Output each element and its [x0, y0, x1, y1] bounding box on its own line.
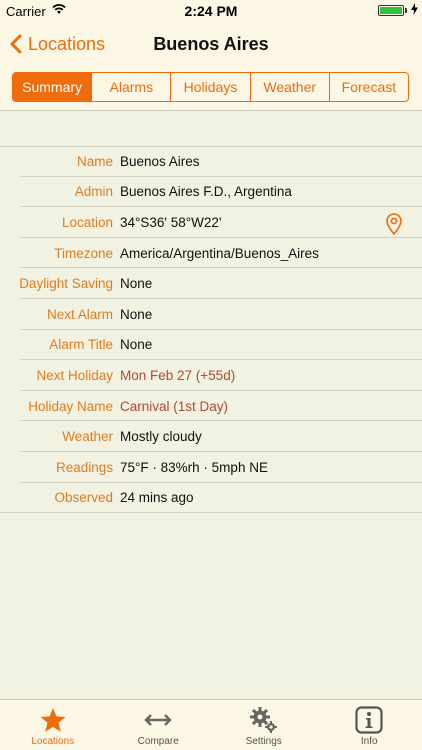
detail-label: Alarm Title [49, 337, 113, 353]
detail-row-next-alarm: Next Alarm None [0, 299, 422, 330]
detail-row-observed: Observed 24 mins ago [0, 483, 422, 514]
detail-label: Daylight Saving [19, 276, 113, 292]
detail-value: Buenos Aires F.D., Argentina [120, 184, 292, 200]
gears-icon [249, 706, 279, 734]
detail-label: Next Holiday [36, 367, 113, 383]
map-pin-icon[interactable] [386, 213, 402, 240]
tab-summary[interactable]: Summary [13, 73, 92, 101]
tab-forecast[interactable]: Forecast [328, 73, 408, 101]
detail-value: None [120, 337, 153, 353]
detail-value: Mon Feb 27 (+55d) [120, 367, 236, 383]
detail-label: Observed [54, 490, 113, 506]
detail-value: 34°S36' 58°W22' [120, 214, 222, 230]
status-bar: Carrier 2:24 PM [0, 0, 422, 22]
detail-label: Next Alarm [46, 306, 113, 322]
status-time: 2:24 PM [184, 3, 238, 19]
battery-tip [405, 8, 407, 13]
tab-settings[interactable]: Settings [211, 700, 317, 750]
detail-row-timezone: Timezone America/Argentina/Buenos_Aires [0, 238, 422, 269]
detail-label: Location [61, 214, 113, 230]
tab-alarms[interactable]: Alarms [91, 73, 170, 101]
tab-compare[interactable]: Compare [106, 700, 212, 750]
tab-bar: Locations Compare Settings Info [0, 699, 422, 750]
detail-value: Carnival (1st Day) [120, 398, 229, 414]
details-table: Name Buenos Aires Admin Buenos Aires F.D… [0, 146, 422, 513]
charging-icon [411, 3, 418, 18]
detail-row-next-holiday: Next Holiday Mon Feb 27 (+55d) [0, 360, 422, 391]
detail-row-location[interactable]: Location 34°S36' 58°W22' [0, 207, 422, 238]
detail-row-admin: Admin Buenos Aires F.D., Argentina [0, 177, 422, 208]
tab-label: Settings [245, 736, 282, 747]
top-bar-divider [0, 110, 422, 111]
tab-label: Locations [31, 736, 75, 747]
detail-label: Weather [62, 429, 113, 445]
screen: Carrier 2:24 PM Locations Buenos Aires S… [0, 0, 422, 750]
page-title: Buenos Aires [153, 34, 269, 54]
detail-value: Buenos Aires [120, 153, 200, 169]
navigation-bar: Locations Buenos Aires [0, 22, 422, 66]
detail-value: None [120, 306, 153, 322]
detail-label: Timezone [54, 245, 113, 261]
detail-value: 24 mins ago [120, 490, 194, 506]
detail-label: Readings [55, 459, 113, 475]
tab-locations[interactable]: Locations [0, 700, 106, 750]
detail-row-alarm-title: Alarm Title None [0, 330, 422, 361]
battery-icon [378, 5, 404, 16]
detail-value: None [120, 276, 153, 292]
detail-label: Name [76, 153, 113, 169]
tab-info[interactable]: Info [317, 700, 422, 750]
star-icon [39, 706, 67, 734]
detail-row-daylight-saving: Daylight Saving None [0, 268, 422, 299]
tab-label: Info [360, 736, 378, 747]
tab-label: Compare [137, 736, 179, 747]
detail-row-holiday-name: Holiday Name Carnival (1st Day) [0, 391, 422, 422]
detail-row-weather: Weather Mostly cloudy [0, 421, 422, 452]
detail-row-readings: Readings 75°F · 83%rh · 5mph NE [0, 452, 422, 483]
tab-weather[interactable]: Weather [249, 73, 329, 101]
detail-value: America/Argentina/Buenos_Aires [120, 245, 319, 261]
detail-value: 75°F · 83%rh · 5mph NE [120, 459, 268, 475]
info-icon [355, 706, 383, 734]
segmented-control: Summary Alarms Holidays Weather Forecast [12, 72, 409, 102]
detail-row-name: Name Buenos Aires [0, 146, 422, 177]
detail-label: Holiday Name [28, 398, 113, 414]
arrows-icon [144, 706, 172, 734]
tab-holidays[interactable]: Holidays [170, 73, 249, 101]
detail-label: Admin [74, 184, 113, 200]
top-bar: Carrier 2:24 PM Locations Buenos Aires S… [0, 0, 422, 111]
detail-value: Mostly cloudy [120, 429, 202, 445]
